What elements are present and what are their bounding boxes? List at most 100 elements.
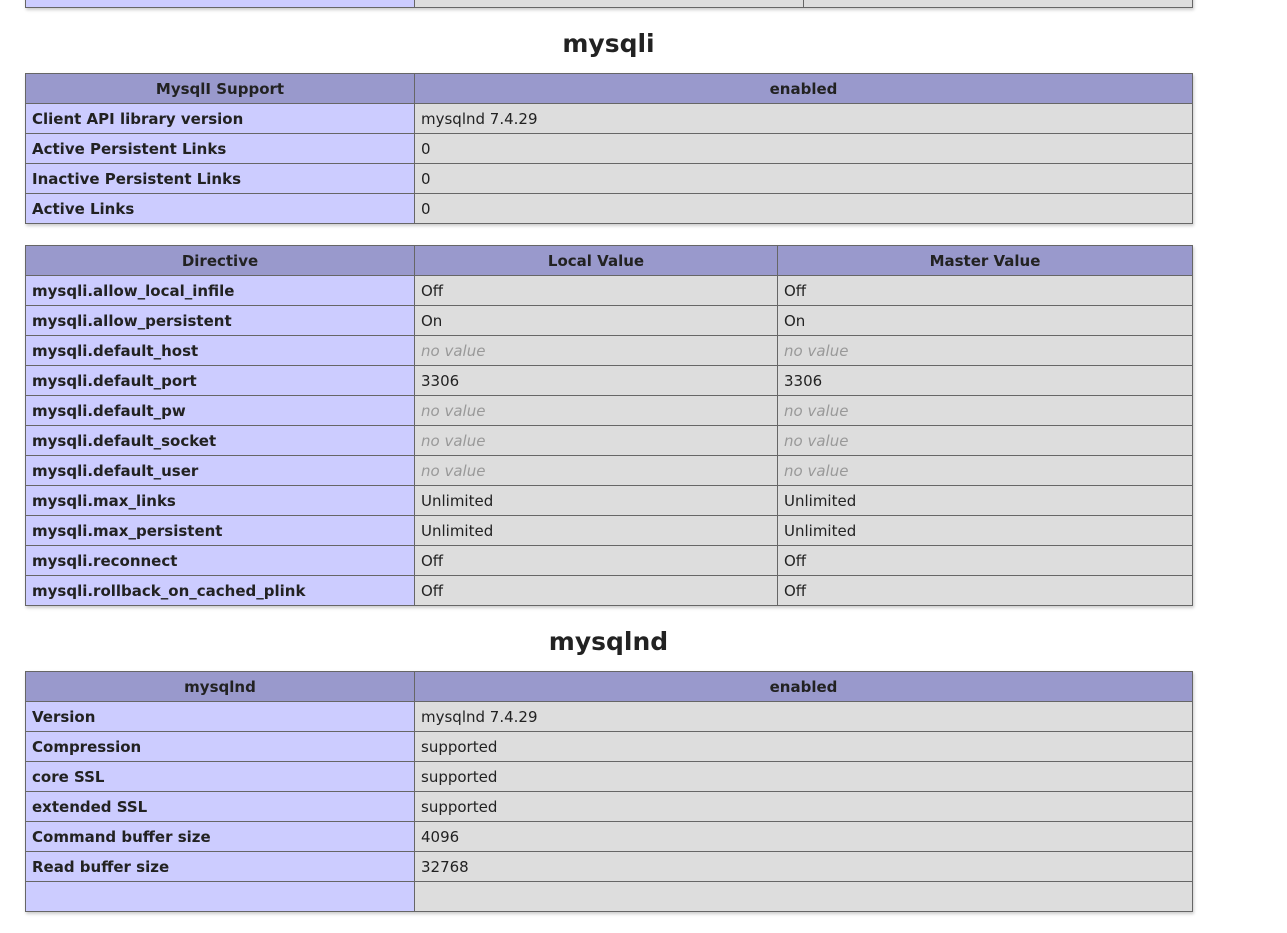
table-cell: mysqli.allow_persistent xyxy=(25,305,415,336)
table-cell: Unlimited xyxy=(414,485,778,516)
table-row: Active Links 0 xyxy=(25,193,1193,224)
table-cell: no value xyxy=(414,455,778,486)
table-row: mysqli.default_host no value no value xyxy=(25,335,1193,366)
table-cell: On xyxy=(777,305,1193,336)
table-cell: mysqli.rollback_on_cached_plink xyxy=(25,575,415,606)
table-row: mysqli.allow_persistent On On xyxy=(25,305,1193,336)
table-cell: extended SSL xyxy=(25,791,415,822)
table-cell: mysqlnd 7.4.29 xyxy=(414,103,1193,134)
table-row: mysqli.max_persistent Unlimited Unlimited xyxy=(25,515,1193,546)
table-row: mysqli.reconnect Off Off xyxy=(25,545,1193,576)
previous-section-table-tail xyxy=(25,0,1193,8)
table-cell xyxy=(414,881,1193,912)
table-cell: mysqli.default_socket xyxy=(25,425,415,456)
table-row xyxy=(25,881,1193,912)
column-header: enabled xyxy=(414,671,1193,702)
table-row xyxy=(25,0,1193,8)
table-row: mysqli.max_links Unlimited Unlimited xyxy=(25,485,1193,516)
mysqli-support-table: MysqlI Support enabled Client API librar… xyxy=(25,73,1193,224)
table-cell: supported xyxy=(414,791,1193,822)
table-cell: 0 xyxy=(414,193,1193,224)
column-header-local-value: Local Value xyxy=(414,245,778,276)
table-cell xyxy=(25,0,415,8)
table-row: Read buffer size 32768 xyxy=(25,851,1193,882)
column-header-directive: Directive xyxy=(25,245,415,276)
no-value-text: no value xyxy=(421,431,486,450)
table-cell: mysqli.default_port xyxy=(25,365,415,396)
table-row: mysqli.rollback_on_cached_plink Off Off xyxy=(25,575,1193,606)
table-cell xyxy=(803,0,1193,8)
no-value-text: no value xyxy=(784,461,849,480)
section-heading-mysqlnd: mysqlnd xyxy=(548,627,669,656)
no-value-text: no value xyxy=(421,401,486,420)
table-cell: Client API library version xyxy=(25,103,415,134)
column-header: enabled xyxy=(414,73,1193,104)
table-cell: mysqli.default_host xyxy=(25,335,415,366)
table-cell: Unlimited xyxy=(777,485,1193,516)
table-row: mysqli.default_pw no value no value xyxy=(25,395,1193,426)
table-cell: Unlimited xyxy=(777,515,1193,546)
phpinfo-content: mysqli MysqlI Support enabled Client API… xyxy=(25,0,1193,912)
table-cell: core SSL xyxy=(25,761,415,792)
table-cell: Read buffer size xyxy=(25,851,415,882)
table-row: Client API library version mysqlnd 7.4.29 xyxy=(25,103,1193,134)
table-header-row: MysqlI Support enabled xyxy=(25,73,1193,104)
table-row: Inactive Persistent Links 0 xyxy=(25,163,1193,194)
table-cell: Compression xyxy=(25,731,415,762)
table-cell: Off xyxy=(777,575,1193,606)
no-value-text: no value xyxy=(784,401,849,420)
table-cell xyxy=(25,881,415,912)
table-cell: mysqli.max_links xyxy=(25,485,415,516)
table-cell: 3306 xyxy=(777,365,1193,396)
table-cell: Active Persistent Links xyxy=(25,133,415,164)
table-cell: Active Links xyxy=(25,193,415,224)
no-value-text: no value xyxy=(784,341,849,360)
table-cell: no value xyxy=(414,425,778,456)
section-heading-mysqli: mysqli xyxy=(562,29,655,58)
table-row: mysqli.allow_local_infile Off Off xyxy=(25,275,1193,306)
table-cell: Off xyxy=(777,545,1193,576)
table-cell xyxy=(414,0,804,8)
mysqli-directive-rows: mysqli.allow_local_infile Off Off mysqli.al… xyxy=(25,275,1193,606)
table-cell: Version xyxy=(25,701,415,732)
table-cell: supported xyxy=(414,731,1193,762)
table-cell: mysqli.allow_local_infile xyxy=(25,275,415,306)
mysqlnd-rows: Version mysqlnd 7.4.29 Compression supporte… xyxy=(25,701,1193,912)
table-cell: 0 xyxy=(414,163,1193,194)
table-row: Compression supported xyxy=(25,731,1193,762)
no-value-text: no value xyxy=(421,341,486,360)
table-cell: mysqlnd 7.4.29 xyxy=(414,701,1193,732)
table-cell: mysqli.reconnect xyxy=(25,545,415,576)
table-cell: mysqli.default_pw xyxy=(25,395,415,426)
column-header: mysqlnd xyxy=(25,671,415,702)
table-cell: Off xyxy=(414,275,778,306)
column-header: MysqlI Support xyxy=(25,73,415,104)
no-value-text: no value xyxy=(421,461,486,480)
table-cell: no value xyxy=(777,455,1193,486)
table-header-row: mysqlnd enabled xyxy=(25,671,1193,702)
table-cell: Off xyxy=(777,275,1193,306)
table-cell: 3306 xyxy=(414,365,778,396)
table-cell: supported xyxy=(414,761,1193,792)
table-row: extended SSL supported xyxy=(25,791,1193,822)
table-row: mysqli.default_user no value no value xyxy=(25,455,1193,486)
table-row: mysqli.default_port 3306 3306 xyxy=(25,365,1193,396)
table-cell: mysqli.max_persistent xyxy=(25,515,415,546)
mysqli-directive-table: Directive Local Value Master Value mysql… xyxy=(25,245,1193,606)
table-cell: Unlimited xyxy=(414,515,778,546)
table-cell: no value xyxy=(414,395,778,426)
table-row: Active Persistent Links 0 xyxy=(25,133,1193,164)
table-row: Command buffer size 4096 xyxy=(25,821,1193,852)
table-cell: mysqli.default_user xyxy=(25,455,415,486)
table-cell: no value xyxy=(414,335,778,366)
table-cell: no value xyxy=(777,395,1193,426)
column-header-master-value: Master Value xyxy=(777,245,1193,276)
table-cell: Off xyxy=(414,545,778,576)
no-value-text: no value xyxy=(784,431,849,450)
table-cell: 4096 xyxy=(414,821,1193,852)
table-cell: Inactive Persistent Links xyxy=(25,163,415,194)
table-header-row: Directive Local Value Master Value xyxy=(25,245,1193,276)
table-row: mysqli.default_socket no value no value xyxy=(25,425,1193,456)
table-row: core SSL supported xyxy=(25,761,1193,792)
table-cell: Off xyxy=(414,575,778,606)
